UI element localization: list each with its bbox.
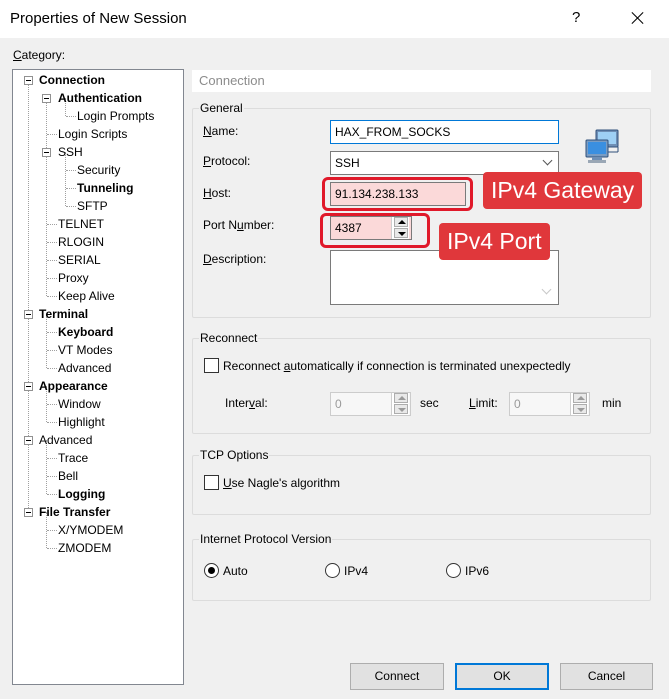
limit-up-button[interactable] <box>573 393 587 403</box>
protocol-value: SSH <box>335 156 360 170</box>
tree-item-logging[interactable]: Logging <box>58 486 105 502</box>
tree-item-terminal-advanced[interactable]: Advanced <box>58 360 111 376</box>
close-icon[interactable] <box>626 6 650 30</box>
tree-item-rlogin[interactable]: RLOGIN <box>58 234 104 250</box>
ip-auto-label[interactable]: Auto <box>223 564 248 578</box>
tree-item-trace[interactable]: Trace <box>58 450 88 466</box>
tree-item-keep-alive[interactable]: Keep Alive <box>58 288 115 304</box>
limit-unit: min <box>602 396 622 410</box>
port-highlight <box>320 213 430 248</box>
reconnect-group <box>192 338 651 434</box>
arrow-up-icon <box>577 396 585 400</box>
limit-stepper[interactable] <box>570 393 588 415</box>
collapse-authentication-icon[interactable] <box>42 94 51 103</box>
collapse-ssh-icon[interactable] <box>42 148 51 157</box>
ip-auto-radio[interactable] <box>204 563 219 578</box>
gateway-callout: IPv4 Gateway <box>483 172 643 209</box>
interval-label: Interval: <box>225 396 268 410</box>
collapse-appearance-icon[interactable] <box>24 382 33 391</box>
limit-label: Limit: <box>469 396 498 410</box>
interval-stepper[interactable] <box>391 393 409 415</box>
tree-item-file-transfer[interactable]: File Transfer <box>39 504 110 520</box>
window-title: Properties of New Session <box>10 10 187 27</box>
tree-item-tunneling[interactable]: Tunneling <box>77 180 133 196</box>
general-title: General <box>199 101 244 115</box>
reconnect-checkbox-label[interactable]: Reconnect automatically if connection is… <box>223 359 571 373</box>
tree-item-xymodem[interactable]: X/YMODEM <box>58 522 123 538</box>
tree-item-ssh[interactable]: SSH <box>58 144 83 160</box>
ip-v4-label[interactable]: IPv4 <box>344 564 368 578</box>
tree-item-appearance[interactable]: Appearance <box>39 378 108 394</box>
reconnect-checkbox[interactable] <box>204 358 219 373</box>
tree-item-keyboard[interactable]: Keyboard <box>58 324 113 340</box>
panel-header: Connection <box>192 70 651 92</box>
port-callout: IPv4 Port <box>439 223 550 260</box>
chevron-down-icon <box>542 155 553 166</box>
collapse-connection-icon[interactable] <box>24 76 33 85</box>
ip-v6-label[interactable]: IPv6 <box>465 564 489 578</box>
arrow-up-icon <box>398 396 406 400</box>
help-button[interactable]: ? <box>572 9 580 26</box>
title-bar: Properties of New Session ? <box>0 0 669 38</box>
tree-item-security[interactable]: Security <box>77 162 120 178</box>
tree-item-login-prompts[interactable]: Login Prompts <box>77 108 154 124</box>
ip-v6-radio[interactable] <box>446 563 461 578</box>
ip-v4-radio[interactable] <box>325 563 340 578</box>
reconnect-title: Reconnect <box>199 331 259 345</box>
tree-item-connection[interactable]: Connection <box>39 72 105 88</box>
host-label: Host: <box>203 186 232 200</box>
category-label: Category: <box>13 48 66 62</box>
tcp-title: TCP Options <box>199 448 270 462</box>
protocol-label: Protocol: <box>203 154 251 168</box>
name-input[interactable]: HAX_FROM_SOCKS <box>330 120 559 144</box>
tree-item-telnet[interactable]: TELNET <box>58 216 104 232</box>
ip-version-group <box>192 539 651 601</box>
collapse-advanced-icon[interactable] <box>24 436 33 445</box>
connect-button[interactable]: Connect <box>350 663 444 690</box>
limit-down-button[interactable] <box>573 404 587 414</box>
collapse-file-transfer-icon[interactable] <box>24 508 33 517</box>
host-highlight <box>322 177 473 211</box>
nagle-checkbox-label[interactable]: Use Nagle's algorithm <box>223 476 340 490</box>
tree-item-advanced[interactable]: Advanced <box>39 432 92 448</box>
tree-item-window[interactable]: Window <box>58 396 101 412</box>
arrow-down-icon <box>398 408 406 412</box>
tree-item-login-scripts[interactable]: Login Scripts <box>58 126 127 142</box>
cancel-button[interactable]: Cancel <box>560 663 653 690</box>
tree-item-highlight[interactable]: Highlight <box>58 414 105 430</box>
ok-button[interactable]: OK <box>455 663 549 690</box>
interval-unit: sec <box>420 396 439 410</box>
tree-item-serial[interactable]: SERIAL <box>58 252 101 268</box>
tree-item-authentication[interactable]: Authentication <box>58 90 142 106</box>
tree-item-vt-modes[interactable]: VT Modes <box>58 342 112 358</box>
interval-up-button[interactable] <box>394 393 408 403</box>
description-label: Description: <box>203 252 267 266</box>
port-label: Port Number: <box>203 218 275 232</box>
tree-item-zmodem[interactable]: ZMODEM <box>58 540 111 556</box>
ip-version-title: Internet Protocol Version <box>199 532 333 546</box>
arrow-down-icon <box>577 408 585 412</box>
tree-item-sftp[interactable]: SFTP <box>77 198 108 214</box>
tree-item-proxy[interactable]: Proxy <box>58 270 89 286</box>
name-label: Name: <box>203 124 239 138</box>
tree-item-bell[interactable]: Bell <box>58 468 78 484</box>
tree-item-terminal[interactable]: Terminal <box>39 306 88 322</box>
collapse-terminal-icon[interactable] <box>24 310 33 319</box>
category-tree[interactable]: Connection Authentication Login Prompts … <box>12 69 184 685</box>
computer-icon <box>585 129 619 163</box>
interval-down-button[interactable] <box>394 404 408 414</box>
nagle-checkbox[interactable] <box>204 475 219 490</box>
